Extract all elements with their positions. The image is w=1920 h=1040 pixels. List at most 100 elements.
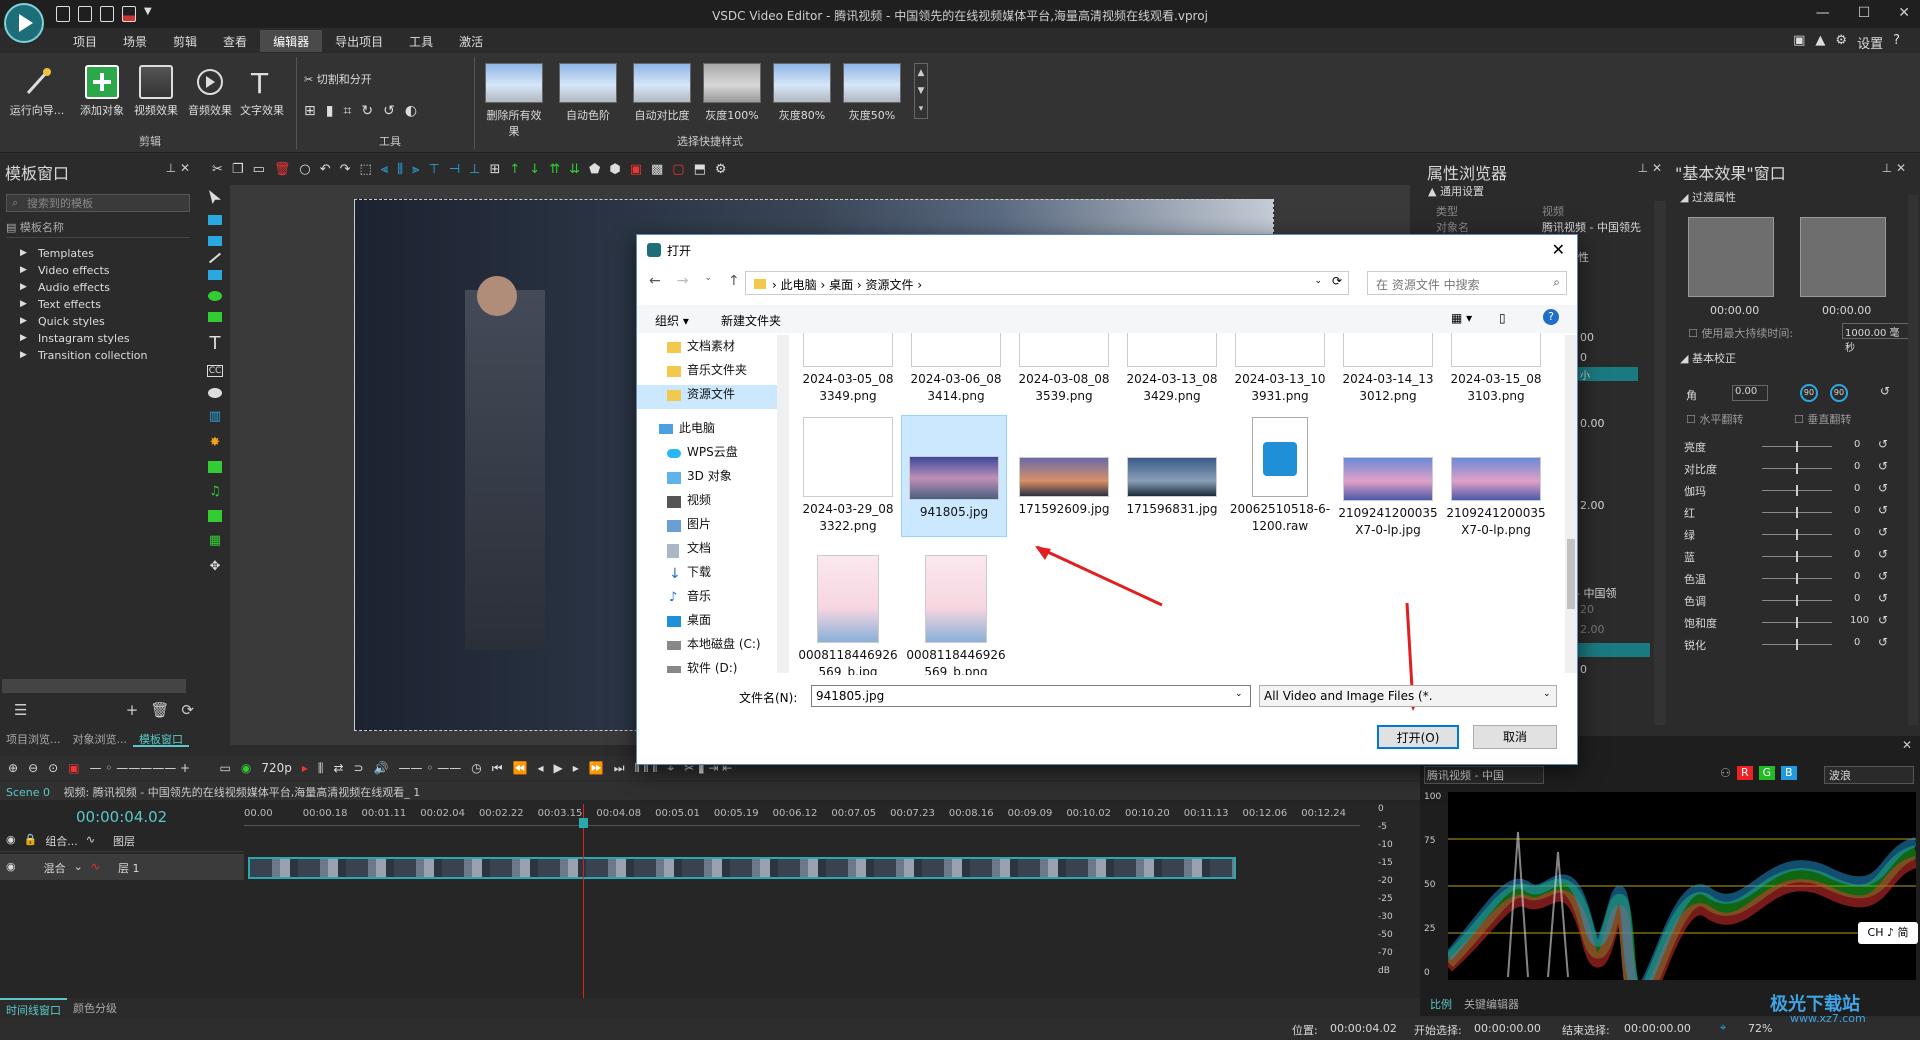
next-frame-icon[interactable]: ▸ xyxy=(573,761,579,775)
frame-icon[interactable]: ▢ xyxy=(672,162,684,177)
align-bottom-icon[interactable]: ⊥ xyxy=(469,162,480,177)
tree-item-quick-styles[interactable]: ▶ Quick styles xyxy=(6,315,190,332)
cut-split-button[interactable]: ✂ 切割和分开 xyxy=(304,71,372,87)
ellipse-icon[interactable] xyxy=(208,291,222,301)
tint-slider[interactable] xyxy=(1762,595,1832,606)
tab-object-explorer[interactable]: 对象浏览... xyxy=(67,729,134,747)
reset-angle-icon[interactable]: ↺ xyxy=(1880,384,1890,398)
ime-indicator[interactable]: CH ♪ 简 xyxy=(1858,922,1918,944)
blue-slider[interactable] xyxy=(1762,551,1832,562)
crop-icon[interactable]: ⌗ xyxy=(343,103,351,119)
preview-mode-icon[interactable]: ▭ xyxy=(220,761,231,775)
flip-horizontal-checkbox[interactable]: ☐ 水平翻转 xyxy=(1686,411,1743,427)
menu-activate[interactable]: 激活 xyxy=(446,30,496,52)
brightness-slider[interactable] xyxy=(1762,441,1832,452)
sync-icon[interactable]: ⊃ xyxy=(354,761,364,775)
text-tool-icon[interactable]: T xyxy=(210,333,221,354)
saturation-slider[interactable] xyxy=(1762,617,1832,628)
scope-close-icon[interactable]: ✕ xyxy=(1902,738,1912,752)
volume-icon[interactable]: 🔊 xyxy=(374,761,389,775)
lock-icon[interactable]: 🔒 xyxy=(24,833,38,846)
filename-input[interactable]: 941805.jpg xyxy=(811,685,1251,707)
play-icon[interactable]: ▶ xyxy=(554,761,563,775)
redo-icon[interactable]: ↷ xyxy=(340,162,351,177)
reset-icon[interactable]: ↺ xyxy=(1878,481,1888,495)
styles-scroll[interactable]: ▲ ▼ ▾ xyxy=(914,63,928,119)
gear-icon[interactable]: ⚙ xyxy=(1835,33,1847,52)
undo-icon[interactable]: ↶ xyxy=(320,162,331,177)
send-back-icon[interactable]: ⇊ xyxy=(569,162,580,177)
animation-icon[interactable]: ✸ xyxy=(210,435,221,450)
snapshot-icon[interactable]: ▣ xyxy=(68,761,79,775)
cut-icon[interactable]: ✂ xyxy=(212,162,223,177)
fit-icon[interactable]: ⌖ xyxy=(1720,1021,1726,1035)
tab-scale[interactable]: 比例 xyxy=(1424,996,1458,1012)
tab-timeline[interactable]: 时间线窗口 xyxy=(0,998,67,1017)
collapse-ribbon-icon[interactable]: ▲ xyxy=(1815,33,1825,52)
transition-out-preview[interactable] xyxy=(1800,217,1886,297)
style-remove-all[interactable]: 删除所有效果 xyxy=(482,63,546,139)
tab-project-explorer[interactable]: 项目浏览... xyxy=(0,729,67,747)
style-gray-50[interactable]: 灰度50% xyxy=(840,63,904,123)
record-icon[interactable]: ⊙ xyxy=(48,761,58,775)
video-play-icon[interactable] xyxy=(208,510,222,522)
video-object-icon[interactable] xyxy=(208,215,222,225)
align-middle-icon[interactable]: ⊣ xyxy=(449,162,460,177)
layout-icon[interactable]: ▣ xyxy=(1793,33,1805,52)
tree-item-video-effects[interactable]: ▶ Video effects xyxy=(6,264,190,281)
select-tool-icon[interactable]: ⊞ xyxy=(304,103,316,119)
remove-track-icon[interactable]: ⊖ xyxy=(28,761,38,775)
open-button[interactable]: 打开(O) xyxy=(1377,725,1459,749)
file-type-select[interactable]: All Video and Image Files (*. xyxy=(1259,685,1557,707)
shape-b-icon[interactable]: ⬢ xyxy=(609,162,620,177)
refresh-icon[interactable]: ⟳ xyxy=(181,701,194,719)
goto-end-icon[interactable]: ⏭ xyxy=(614,761,625,776)
move-up-icon[interactable]: ↑ xyxy=(509,162,520,177)
panel-pin-close-icon[interactable]: ⊥ ✕ xyxy=(1638,161,1662,175)
gamma-slider[interactable] xyxy=(1762,485,1832,496)
reset-icon[interactable]: ↺ xyxy=(1878,613,1888,627)
text-effects-button[interactable]: T 文字效果 xyxy=(236,65,288,118)
menu-edit[interactable]: 剪辑 xyxy=(160,30,210,52)
loop-icon[interactable]: ⇄ xyxy=(333,761,343,775)
align-left-icon[interactable]: ⫷ xyxy=(381,162,388,177)
panel-pin-close-icon[interactable]: ⊥ ✕ xyxy=(166,161,190,175)
rotate90-icon[interactable]: ↺ xyxy=(383,103,395,119)
tree-item-templates[interactable]: ▶ Templates xyxy=(6,247,190,264)
reset-icon[interactable]: ↺ xyxy=(1878,635,1888,649)
crop-frame-icon[interactable]: ⬒ xyxy=(694,162,706,177)
red-slider[interactable] xyxy=(1762,507,1832,518)
style-gray-80[interactable]: 灰度80% xyxy=(770,63,834,123)
delete-icon[interactable]: 🗑 xyxy=(150,701,169,719)
align-top-icon[interactable]: ⊤ xyxy=(429,162,440,177)
contrast-slider[interactable] xyxy=(1762,463,1832,474)
audio-object-icon[interactable]: ♫ xyxy=(209,484,221,499)
effects-scrollbar[interactable] xyxy=(1908,195,1918,725)
align-center-icon[interactable]: ⫼ xyxy=(397,162,403,177)
audio-effects-button[interactable]: 音频效果 xyxy=(184,65,236,118)
prop-name-value[interactable]: 腾讯视频 - 中国领先 xyxy=(1542,219,1641,235)
maximize-icon[interactable]: ☐ xyxy=(1858,5,1871,21)
video-effects-button[interactable]: 视频效果 xyxy=(130,65,182,118)
split-icon[interactable]: ⫼ xyxy=(318,761,324,776)
add-icon[interactable]: + xyxy=(126,701,139,719)
video-clip[interactable] xyxy=(248,857,1236,879)
green-slider[interactable] xyxy=(1762,529,1832,540)
menu-project[interactable]: 项目 xyxy=(60,30,110,52)
template-search-input[interactable]: 搜索到的模板 xyxy=(6,194,190,212)
scope-mode-select[interactable]: 波浪 xyxy=(1824,766,1914,784)
move-down-icon[interactable]: ↓ xyxy=(529,162,540,177)
rotate-icon[interactable]: ↻ xyxy=(361,103,373,119)
menu-editor[interactable]: 编辑器 xyxy=(260,30,323,52)
spectrum-icon[interactable]: ▦ xyxy=(209,533,221,548)
menu-tools[interactable]: 工具 xyxy=(396,30,446,52)
tab-template-window[interactable]: 模板窗口 xyxy=(133,729,189,747)
tab-key-editor[interactable]: 关键编辑器 xyxy=(1458,996,1525,1012)
sprite-icon[interactable] xyxy=(208,461,222,473)
menu-export[interactable]: 导出项目 xyxy=(322,30,396,52)
tree-item-audio-effects[interactable]: ▶ Audio effects xyxy=(6,281,190,298)
shape-icon[interactable] xyxy=(208,312,222,322)
clock-icon[interactable]: ◷ xyxy=(471,761,481,775)
file-type-dropdown-icon[interactable]: ⌄ xyxy=(1543,689,1551,699)
style-gray-100[interactable]: 灰度100% xyxy=(700,63,764,123)
